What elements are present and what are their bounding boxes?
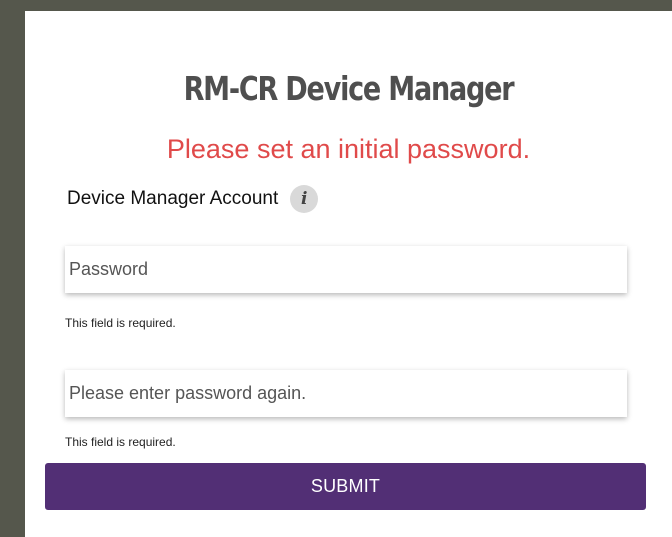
- info-icon[interactable]: i: [290, 185, 319, 213]
- alert-message: Please set an initial password.: [166, 134, 531, 164]
- submit-button[interactable]: SUBMIT: [45, 463, 646, 510]
- password-error: This field is required.: [65, 316, 176, 330]
- confirm-password-error: This field is required.: [65, 435, 176, 449]
- password-field[interactable]: [65, 246, 627, 293]
- confirm-password-input[interactable]: [65, 370, 627, 417]
- password-input[interactable]: [65, 246, 627, 293]
- account-row: Device Manager Account i: [67, 184, 319, 214]
- account-label: Device Manager Account: [67, 188, 279, 209]
- login-panel: RM-CR Device Manager Please set an initi…: [25, 11, 672, 537]
- page-title: RM-CR Device Manager: [183, 69, 515, 108]
- confirm-password-field[interactable]: [65, 370, 627, 417]
